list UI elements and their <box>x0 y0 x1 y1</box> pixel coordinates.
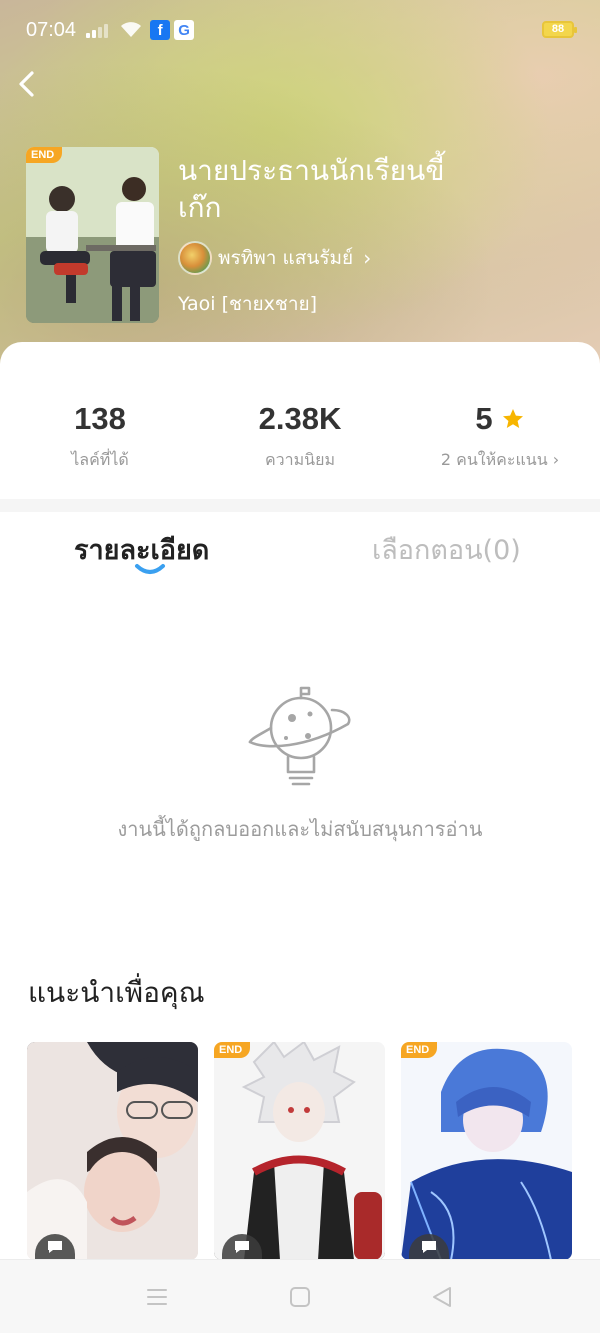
stat-likes-value: 138 <box>74 401 126 436</box>
back-triangle-icon[interactable] <box>430 1285 454 1309</box>
end-badge: END <box>401 1042 438 1058</box>
system-nav-bar <box>0 1259 600 1333</box>
author-link[interactable]: พรทิพา แสนรัมย์ › <box>178 241 371 275</box>
recommend-heading: แนะนำเพื่อคุณ <box>28 976 205 1009</box>
recommend-cover-1 <box>27 1042 198 1260</box>
home-square-icon[interactable] <box>288 1285 312 1309</box>
tab-indicator <box>135 564 165 574</box>
signal-icon <box>86 22 109 38</box>
author-avatar <box>178 241 212 275</box>
end-badge: END <box>214 1042 251 1058</box>
battery-icon: 88 <box>542 21 577 38</box>
stat-popularity: 2.38K ความนิยม <box>200 400 400 473</box>
recommend-cover-3 <box>401 1042 572 1260</box>
chevron-right-icon: › <box>363 246 372 270</box>
book-cover: END <box>26 147 159 323</box>
stat-rating-value-row: 5 <box>400 400 600 438</box>
stat-rating-value: 5 <box>475 401 493 436</box>
back-arrow-icon[interactable] <box>8 64 48 104</box>
section-divider <box>0 499 600 512</box>
wifi-icon <box>121 22 142 37</box>
recommend-card-2[interactable]: END <box>214 1042 385 1260</box>
tab-episodes[interactable]: เลือกตอน(0) <box>372 528 521 571</box>
book-title: นายประธานนักเรียนขี้เก๊ก <box>178 154 445 224</box>
removed-notice: งานนี้ได้ถูกลบออกและไม่สนับสนุนการอ่าน <box>117 817 483 841</box>
cover-illustration <box>26 147 159 323</box>
status-time: 07:04 <box>26 18 77 41</box>
recommend-cover-2 <box>214 1042 385 1260</box>
stat-rating-label: 2 คนให้คะแนน › <box>440 450 560 469</box>
facebook-icon: f <box>150 20 171 40</box>
stat-rating[interactable]: 5 2 คนให้คะแนน › <box>400 400 600 473</box>
star-icon <box>502 409 523 428</box>
genre-label: Yaoi [ชายxชาย] <box>178 293 318 315</box>
planet-bulb-icon <box>248 686 351 786</box>
end-badge: END <box>26 147 63 163</box>
status-bar: 07:04 f G 88 <box>0 0 600 60</box>
stat-likes: 138 ไลค์ที่ได้ <box>0 400 200 473</box>
stat-popularity-label: ความนิยม <box>264 450 336 469</box>
author-name: พรทิพา แสนรัมย์ <box>218 247 354 269</box>
menu-icon[interactable] <box>145 1285 169 1309</box>
recommend-card-3[interactable]: END <box>401 1042 572 1260</box>
recommend-card-1[interactable] <box>27 1042 198 1260</box>
stat-likes-label: ไลค์ที่ได้ <box>71 450 129 469</box>
stat-popularity-value: 2.38K <box>258 401 342 436</box>
google-icon: G <box>174 20 195 40</box>
